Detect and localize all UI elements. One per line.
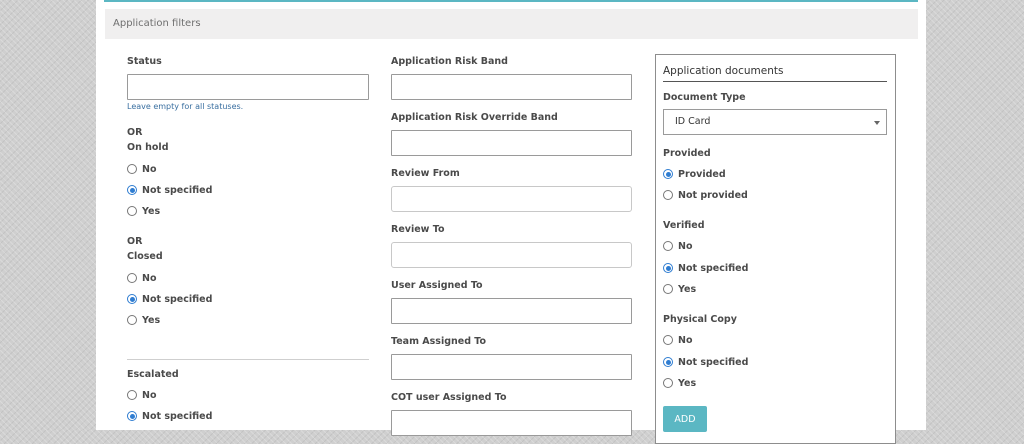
- radio-icon[interactable]: [127, 273, 137, 283]
- review-to-label: Review To: [391, 224, 445, 235]
- team-assigned-label: Team Assigned To: [391, 336, 487, 347]
- review-from-input[interactable]: [391, 186, 632, 212]
- status-input[interactable]: [127, 74, 369, 100]
- escalated-option-no[interactable]: No: [127, 388, 156, 402]
- radio-label: No: [142, 389, 157, 401]
- risk-override-label: Application Risk Override Band: [391, 112, 558, 123]
- radio-label: No: [142, 272, 157, 284]
- radio-label: Not specified: [678, 356, 749, 368]
- or-separator-1: OR: [127, 127, 143, 138]
- documents-title-rule: [663, 81, 887, 82]
- radio-label: No: [678, 240, 693, 252]
- section-divider: [127, 359, 369, 360]
- radio-label: Not provided: [678, 189, 748, 201]
- application-documents-box: Application documents Document Type ID C…: [655, 54, 896, 444]
- physical-copy-option-yes[interactable]: Yes: [663, 376, 696, 390]
- radio-label: Not specified: [142, 184, 213, 196]
- provided-label: Provided: [663, 148, 711, 159]
- panel-title: Application filters: [113, 18, 201, 29]
- closed-option-not-specified[interactable]: Not specified: [127, 292, 212, 306]
- on-hold-option-not-specified[interactable]: Not specified: [127, 183, 212, 197]
- status-label: Status: [127, 56, 162, 67]
- card-top-accent: [104, 0, 918, 2]
- physical-copy-option-no[interactable]: No: [663, 333, 692, 347]
- radio-selected-icon[interactable]: [127, 185, 137, 195]
- document-type-value: ID Card: [675, 116, 711, 127]
- radio-icon[interactable]: [663, 284, 673, 294]
- radio-label: No: [142, 163, 157, 175]
- radio-selected-icon[interactable]: [663, 357, 673, 367]
- radio-label: Yes: [678, 377, 697, 389]
- status-help-text: Leave empty for all statuses.: [127, 102, 244, 111]
- radio-selected-icon[interactable]: [663, 263, 673, 273]
- closed-option-no[interactable]: No: [127, 271, 156, 285]
- documents-title: Application documents: [663, 65, 784, 77]
- radio-icon[interactable]: [127, 390, 137, 400]
- filters-card: Application filters Status Leave empty f…: [96, 0, 926, 444]
- radio-label: Provided: [678, 168, 726, 180]
- provided-option-provided[interactable]: Provided: [663, 167, 726, 181]
- verified-option-yes[interactable]: Yes: [663, 282, 696, 296]
- radio-label: Not specified: [678, 262, 749, 274]
- closed-label: Closed: [127, 251, 163, 262]
- chevron-down-icon: [874, 121, 880, 125]
- physical-copy-option-not-specified[interactable]: Not specified: [663, 355, 748, 369]
- panel-header: Application filters: [105, 9, 918, 39]
- radio-label: Yes: [142, 205, 161, 217]
- radio-icon[interactable]: [663, 241, 673, 251]
- closed-option-yes[interactable]: Yes: [127, 313, 160, 327]
- on-hold-label: On hold: [127, 142, 169, 153]
- radio-icon[interactable]: [663, 378, 673, 388]
- escalated-label: Escalated: [127, 369, 179, 380]
- verified-option-not-specified[interactable]: Not specified: [663, 261, 748, 275]
- review-to-input[interactable]: [391, 242, 632, 268]
- radio-label: Yes: [678, 283, 697, 295]
- radio-icon[interactable]: [663, 335, 673, 345]
- user-assigned-label: User Assigned To: [391, 280, 483, 291]
- radio-icon[interactable]: [127, 206, 137, 216]
- radio-icon[interactable]: [127, 164, 137, 174]
- physical-copy-label: Physical Copy: [663, 314, 737, 325]
- escalated-option-not-specified[interactable]: Not specified: [127, 409, 212, 423]
- risk-band-label: Application Risk Band: [391, 56, 508, 67]
- user-assigned-input[interactable]: [391, 298, 632, 324]
- cot-user-input[interactable]: [391, 410, 632, 436]
- risk-band-input[interactable]: [391, 74, 632, 100]
- radio-selected-icon[interactable]: [127, 294, 137, 304]
- radio-icon[interactable]: [127, 315, 137, 325]
- on-hold-option-yes[interactable]: Yes: [127, 204, 160, 218]
- verified-label: Verified: [663, 220, 705, 231]
- document-type-label: Document Type: [663, 92, 746, 103]
- verified-option-no[interactable]: No: [663, 239, 692, 253]
- document-type-select[interactable]: ID Card: [663, 109, 887, 135]
- team-assigned-input[interactable]: [391, 354, 632, 380]
- radio-label: No: [678, 334, 693, 346]
- radio-selected-icon[interactable]: [663, 169, 673, 179]
- radio-label: Yes: [142, 314, 161, 326]
- radio-icon[interactable]: [663, 190, 673, 200]
- radio-label: Not specified: [142, 293, 213, 305]
- or-separator-2: OR: [127, 236, 143, 247]
- radio-selected-icon[interactable]: [127, 411, 137, 421]
- review-from-label: Review From: [391, 168, 460, 179]
- cot-user-label: COT user Assigned To: [391, 392, 507, 403]
- add-document-button[interactable]: ADD: [663, 406, 707, 432]
- risk-override-input[interactable]: [391, 130, 632, 156]
- on-hold-option-no[interactable]: No: [127, 162, 156, 176]
- radio-label: Not specified: [142, 410, 213, 422]
- provided-option-not-provided[interactable]: Not provided: [663, 188, 748, 202]
